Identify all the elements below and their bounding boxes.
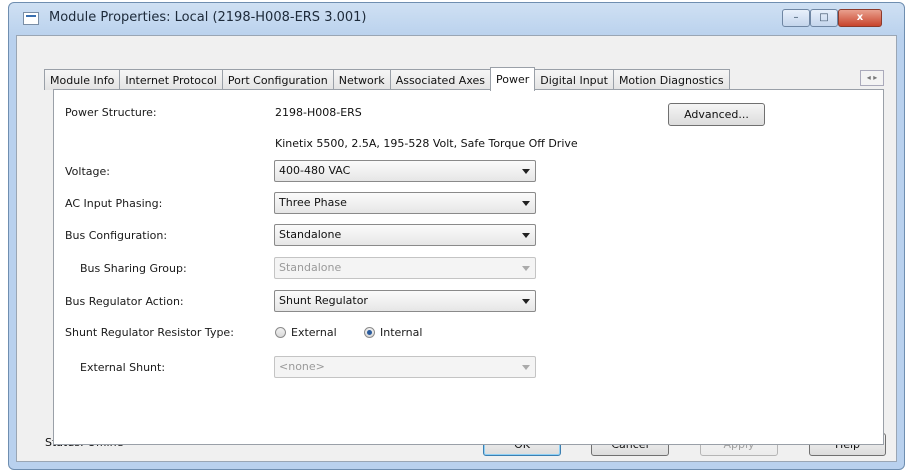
tab-associated-axes[interactable]: Associated Axes [389, 69, 492, 90]
app-window-icon [23, 12, 39, 25]
maximize-button[interactable]: □ [810, 9, 838, 27]
minimize-button[interactable]: – [782, 9, 810, 27]
external-shunt-label: External Shunt: [80, 361, 166, 374]
tab-module-info[interactable]: Module Info [44, 69, 121, 90]
chevron-down-icon [522, 169, 530, 174]
bus-configuration-value: Standalone [279, 228, 342, 241]
voltage-label: Voltage: [65, 165, 110, 178]
bus-sharing-group-dropdown: Standalone [274, 257, 536, 279]
bus-regulator-action-value: Shunt Regulator [279, 294, 368, 307]
chevron-down-icon [522, 365, 530, 370]
tab-power[interactable]: Power [490, 67, 536, 91]
power-structure-description: Kinetix 5500, 2.5A, 195-528 Volt, Safe T… [275, 137, 578, 150]
window-title: Module Properties: Local (2198-H008-ERS … [49, 10, 367, 25]
bus-configuration-label: Bus Configuration: [65, 229, 168, 242]
bus-configuration-dropdown[interactable]: Standalone [274, 224, 536, 246]
bus-sharing-group-value: Standalone [279, 261, 342, 274]
bus-regulator-action-label: Bus Regulator Action: [65, 295, 184, 308]
shunt-resistor-type-label: Shunt Regulator Resistor Type: [65, 326, 234, 339]
internal-radio-label[interactable]: Internal [380, 326, 422, 339]
bus-sharing-group-label: Bus Sharing Group: [80, 262, 187, 275]
close-button[interactable]: x [838, 9, 882, 27]
power-tab-panel: Power Structure: 2198-H008-ERS Advanced.… [53, 89, 884, 445]
dialog-client-area: Module Info Internet Protocol Port Confi… [16, 35, 897, 462]
tab-internet-protocol[interactable]: Internet Protocol [119, 69, 223, 90]
advanced-button[interactable]: Advanced... [668, 103, 765, 126]
chevron-down-icon [522, 266, 530, 271]
tab-strip: Module Info Internet Protocol Port Confi… [44, 67, 730, 91]
power-structure-label: Power Structure: [65, 106, 157, 119]
voltage-dropdown[interactable]: 400-480 VAC [274, 160, 536, 182]
external-shunt-value: <none> [279, 360, 325, 373]
tab-network[interactable]: Network [332, 69, 391, 90]
ac-input-phasing-label: AC Input Phasing: [65, 197, 163, 210]
chevron-down-icon [522, 299, 530, 304]
tab-motion-diagnostics[interactable]: Motion Diagnostics [612, 69, 730, 90]
title-bar[interactable]: Module Properties: Local (2198-H008-ERS … [9, 3, 904, 35]
chevron-down-icon [522, 201, 530, 206]
module-properties-window: Module Properties: Local (2198-H008-ERS … [8, 2, 905, 470]
external-shunt-dropdown: <none> [274, 356, 536, 378]
ac-input-phasing-value: Three Phase [279, 196, 347, 209]
ac-input-phasing-dropdown[interactable]: Three Phase [274, 192, 536, 214]
internal-radio[interactable] [364, 327, 375, 338]
external-radio[interactable] [275, 327, 286, 338]
tab-scroll-arrows[interactable]: ◂ ▸ [860, 70, 884, 86]
external-radio-label[interactable]: External [291, 326, 337, 339]
tab-digital-input[interactable]: Digital Input [534, 69, 614, 90]
bus-regulator-action-dropdown[interactable]: Shunt Regulator [274, 290, 536, 312]
chevron-down-icon [522, 233, 530, 238]
tab-port-configuration[interactable]: Port Configuration [221, 69, 334, 90]
power-structure-value: 2198-H008-ERS [275, 106, 362, 119]
voltage-value: 400-480 VAC [279, 164, 351, 177]
